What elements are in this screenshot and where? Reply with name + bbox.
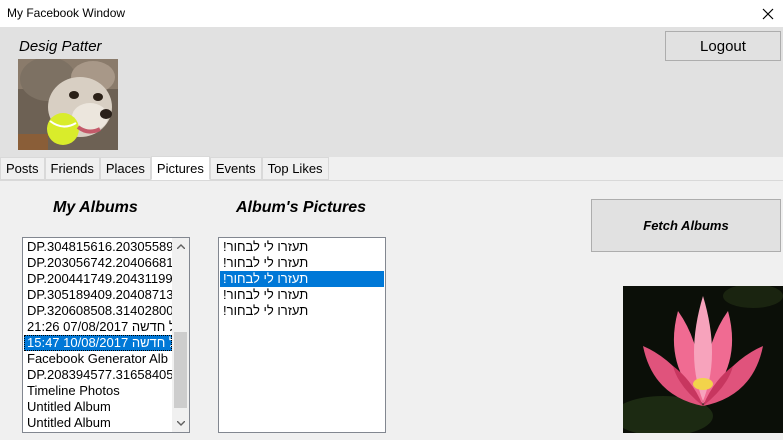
album-list-item[interactable]: DP.203056742.20406681 — [24, 255, 172, 271]
tab-posts[interactable]: Posts — [0, 157, 45, 180]
album-list-item[interactable]: Timeline Photos — [24, 383, 172, 399]
my-albums-heading: My Albums — [53, 199, 138, 216]
scroll-up-button[interactable] — [172, 238, 189, 255]
album-list-item[interactable]: 21:26 07/08/2017 ל חדשה! — [24, 319, 172, 335]
scroll-down-button[interactable] — [172, 415, 189, 432]
album-list-item[interactable]: Untitled Album — [24, 415, 172, 431]
album-list-item[interactable]: DP.320608508.31402800 — [24, 303, 172, 319]
close-button[interactable] — [753, 0, 783, 27]
fetch-albums-button[interactable]: Fetch Albums — [591, 199, 781, 252]
tab-places[interactable]: Places — [99, 157, 151, 180]
picture-list-item[interactable]: !תעזרו לי לבחור — [220, 287, 384, 303]
title-bar: My Facebook Window — [0, 0, 783, 27]
picture-preview — [623, 286, 783, 433]
user-header-panel: Desig Patter Logout — [0, 27, 783, 157]
user-name-label: Desig Patter — [19, 38, 102, 55]
album-pictures-heading: Album's Pictures — [236, 199, 367, 216]
album-list-item[interactable]: DP.208394577.31658405 — [24, 367, 172, 383]
album-list-item[interactable]: Facebook Generator Alb — [24, 351, 172, 367]
scroll-down-arrow-icon — [176, 421, 185, 426]
album-pictures-listbox[interactable]: !תעזרו לי לבחור !תעזרו לי לבחור !תעזרו לי … — [218, 237, 386, 433]
logout-button[interactable]: Logout — [665, 31, 781, 61]
picture-list-item[interactable]: !תעזרו לי לבחור — [220, 239, 384, 255]
close-icon — [762, 8, 774, 19]
picture-list-item[interactable]: !תעזרו לי לבחור — [220, 303, 384, 319]
picture-list-item[interactable]: !תעזרו לי לבחור — [220, 255, 384, 271]
albums-listbox[interactable]: DP.304815616.20305589 DP.203056742.204066… — [22, 237, 190, 433]
album-list-item[interactable]: 15:47 10/08/2017 ל חדשה! — [24, 335, 172, 351]
tab-pictures[interactable]: Pictures — [150, 156, 210, 180]
album-list-item[interactable]: Untitled Album — [24, 399, 172, 415]
dog-with-tennis-ball-photo — [18, 59, 118, 150]
album-list-item[interactable]: DP.200441749.20431199 — [24, 271, 172, 287]
scroll-thumb[interactable] — [174, 332, 187, 408]
picture-list-item[interactable]: !תעזרו לי לבחור — [220, 271, 384, 287]
scroll-up-arrow-icon — [176, 244, 185, 249]
albums-scrollbar[interactable] — [172, 238, 189, 432]
tab-top-likes[interactable]: Top Likes — [261, 157, 329, 180]
avatar — [18, 59, 118, 150]
window-title: My Facebook Window — [7, 6, 126, 20]
pictures-tab-content: My Albums Album's Pictures DP.304815616.… — [0, 180, 783, 440]
tab-events[interactable]: Events — [209, 157, 262, 180]
album-list-item[interactable]: DP.304815616.20305589 — [24, 239, 172, 255]
tab-friends[interactable]: Friends — [44, 157, 100, 180]
pink-lotus-flower-photo — [623, 286, 783, 433]
tab-strip: Posts Friends Places Pictures Events Top Like… — [0, 156, 329, 180]
album-list-item[interactable]: DP.305189409.20408713 — [24, 287, 172, 303]
